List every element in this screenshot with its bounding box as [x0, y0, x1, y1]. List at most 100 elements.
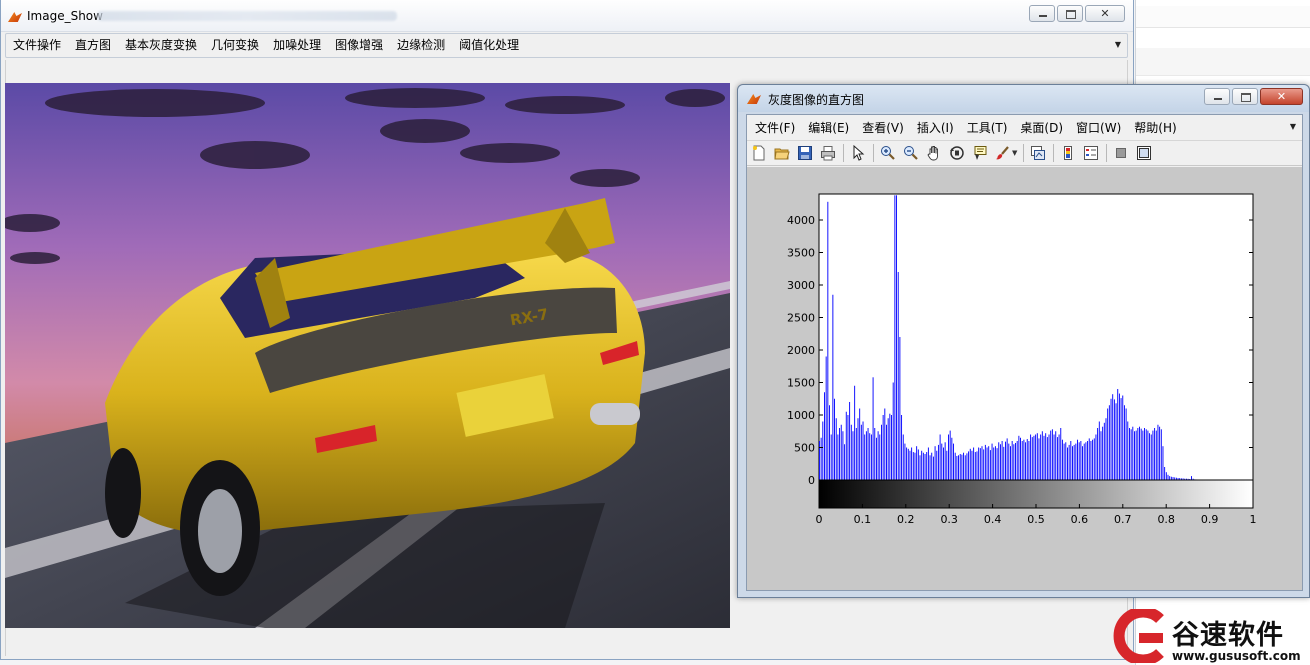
- y-tick-label: 2000: [787, 344, 815, 357]
- y-tick-label: 4000: [787, 214, 815, 227]
- close-button[interactable]: [1085, 5, 1125, 22]
- show-plot-tools-icon[interactable]: [1134, 143, 1154, 163]
- histogram-bar: [829, 405, 830, 480]
- minimize-button[interactable]: [1029, 5, 1055, 22]
- histogram-bar: [951, 437, 953, 480]
- print-icon[interactable]: [818, 143, 838, 163]
- histogram-bar: [989, 450, 991, 480]
- histogram-bar: [1001, 441, 1003, 480]
- histogram-bar: [981, 446, 983, 480]
- histogram-bar: [1067, 447, 1068, 480]
- histogram-bar: [983, 449, 985, 480]
- hide-plot-tools-icon[interactable]: [1111, 143, 1131, 163]
- histogram-chart[interactable]: 0 500 1000 1500 2000 2500 3000 3500 4000 0 0.1 0.2…: [747, 167, 1302, 590]
- legend-icon[interactable]: [1081, 143, 1101, 163]
- histogram-bar: [844, 444, 846, 480]
- histogram-bar: [1147, 430, 1149, 480]
- menubar-overflow-icon[interactable]: ▼: [1290, 122, 1296, 131]
- save-icon[interactable]: [795, 143, 815, 163]
- menu-edit[interactable]: 编辑(E): [802, 117, 856, 140]
- x-tick-label: 0.1: [854, 513, 872, 526]
- histogram-bar: [1142, 430, 1144, 480]
- menu-add-noise[interactable]: 加噪处理: [266, 34, 328, 57]
- menu-geometric-transform[interactable]: 几何变换: [204, 34, 266, 57]
- histogram-bar: [1162, 446, 1164, 480]
- toolbar-separator: [1106, 144, 1108, 162]
- histogram-bar: [830, 434, 832, 480]
- zoom-out-icon[interactable]: [901, 143, 921, 163]
- x-tick-label: 0.6: [1071, 513, 1089, 526]
- histogram-bar: [1031, 437, 1033, 480]
- menu-file[interactable]: 文件(F): [749, 117, 802, 140]
- zoom-in-icon[interactable]: [878, 143, 898, 163]
- menu-edge-detect[interactable]: 边缘检测: [390, 34, 452, 57]
- histogram-bar: [1035, 434, 1037, 480]
- histogram-bar: [867, 428, 869, 480]
- menu-gray-transform[interactable]: 基本灰度变换: [118, 34, 204, 57]
- x-tick-label: 0.7: [1114, 513, 1132, 526]
- x-tick-label: 0.2: [897, 513, 915, 526]
- figure-titlebar[interactable]: 灰度图像的直方图: [738, 85, 1309, 112]
- histogram-bar: [869, 433, 871, 480]
- close-button[interactable]: [1260, 88, 1303, 105]
- histogram-bar: [1053, 434, 1055, 480]
- histogram-bar: [1137, 428, 1139, 480]
- histogram-bar: [1063, 443, 1065, 480]
- menu-histogram[interactable]: 直方图: [68, 34, 118, 57]
- histogram-bar: [999, 444, 1001, 480]
- blurred-file-path: [97, 11, 397, 21]
- menu-desktop[interactable]: 桌面(D): [1014, 117, 1070, 140]
- matlab-logo-icon: [746, 91, 762, 107]
- histogram-bar: [862, 421, 864, 480]
- histogram-bar: [855, 428, 857, 480]
- histogram-bar: [1015, 442, 1016, 480]
- histogram-bar: [954, 452, 956, 480]
- menu-view[interactable]: 查看(V): [856, 117, 911, 140]
- minimize-button[interactable]: [1204, 88, 1230, 105]
- data-cursor-icon[interactable]: [970, 143, 990, 163]
- x-tick-label: 0: [816, 513, 823, 526]
- link-plot-icon[interactable]: [1028, 143, 1048, 163]
- histogram-bar: [894, 195, 896, 481]
- pointer-icon[interactable]: [848, 143, 868, 163]
- menu-threshold[interactable]: 阈值化处理: [452, 34, 526, 57]
- histogram-bar: [956, 455, 958, 480]
- maximize-button[interactable]: [1057, 5, 1083, 22]
- rotate-3d-icon[interactable]: [947, 143, 967, 163]
- menu-help[interactable]: 帮助(H): [1128, 117, 1183, 140]
- histogram-bar: [1006, 438, 1008, 480]
- menu-image-enhance[interactable]: 图像增强: [328, 34, 390, 57]
- histogram-bar: [842, 431, 844, 480]
- gusu-logo-icon: [1113, 609, 1164, 663]
- main-window-titlebar[interactable]: Image_Show: [1, 0, 1133, 32]
- pan-icon[interactable]: [924, 143, 944, 163]
- menubar-overflow-icon[interactable]: ▼: [1115, 40, 1121, 49]
- menu-insert[interactable]: 插入(I): [911, 117, 961, 140]
- histogram-bar: [840, 424, 842, 480]
- brush-icon[interactable]: [993, 143, 1013, 163]
- histogram-bar: [1077, 439, 1078, 480]
- histogram-bar: [1055, 431, 1057, 480]
- histogram-bar: [884, 408, 886, 480]
- histogram-bar: [993, 447, 995, 480]
- y-tick-label: 1000: [787, 409, 815, 422]
- maximize-button[interactable]: [1232, 88, 1258, 105]
- histogram-bar: [1100, 431, 1102, 480]
- image-axes[interactable]: RX-7: [5, 83, 730, 628]
- new-figure-icon[interactable]: [749, 143, 769, 163]
- histogram-bar: [849, 402, 851, 480]
- open-icon[interactable]: [772, 143, 792, 163]
- menu-file-ops[interactable]: 文件操作: [6, 34, 68, 57]
- histogram-bar: [1095, 434, 1097, 480]
- colorbar-icon[interactable]: [1058, 143, 1078, 163]
- histogram-bar: [872, 377, 874, 480]
- histogram-bar: [991, 443, 993, 480]
- histogram-bar: [892, 382, 894, 480]
- histogram-bar: [1157, 424, 1159, 480]
- histogram-bar: [857, 418, 859, 480]
- histogram-figure-window[interactable]: 灰度图像的直方图 文件(F) 编辑(E) 查看(V) 插入(I) 工具(T) 桌…: [737, 84, 1310, 598]
- menu-tools[interactable]: 工具(T): [961, 117, 1015, 140]
- figure-canvas[interactable]: 0 500 1000 1500 2000 2500 3000 3500 4000 0 0.1 0.2…: [747, 167, 1302, 590]
- histogram-bar: [1070, 441, 1072, 480]
- menu-window[interactable]: 窗口(W): [1070, 117, 1128, 140]
